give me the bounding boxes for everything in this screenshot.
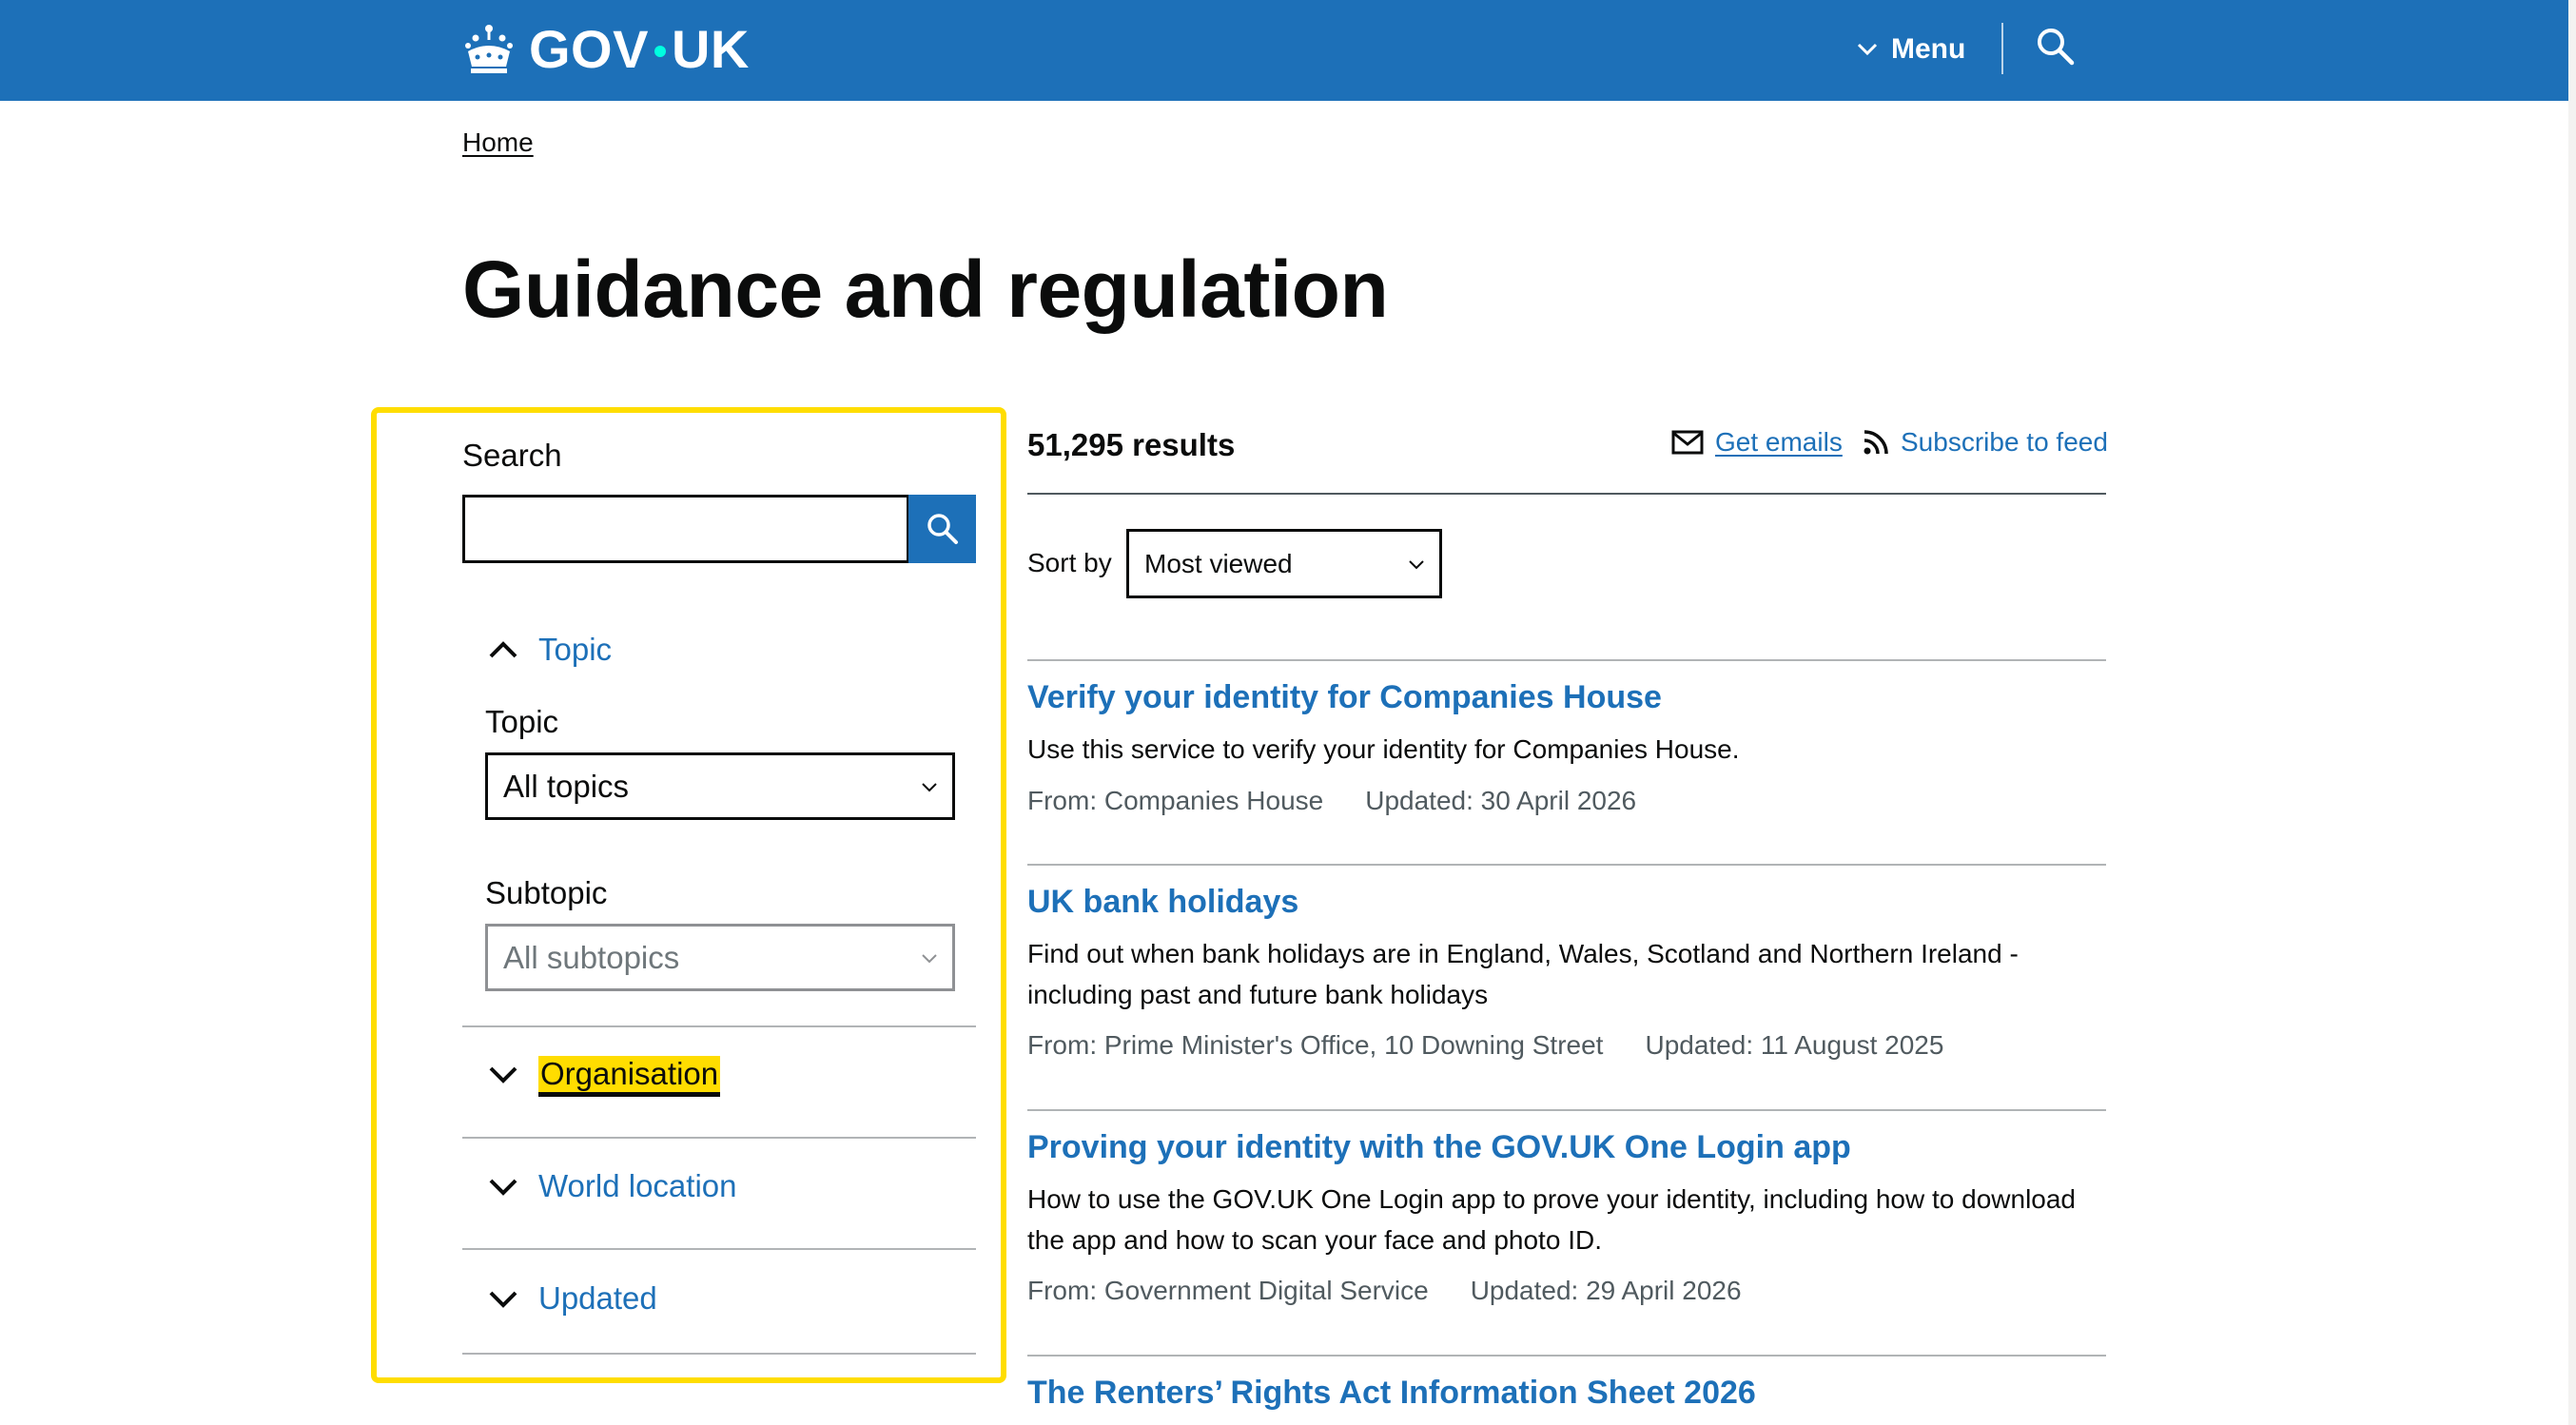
filter-divider bbox=[462, 1025, 976, 1027]
page-title: Guidance and regulation bbox=[462, 244, 1389, 334]
envelope-icon bbox=[1671, 430, 1704, 455]
sort-select[interactable]: Most viewed bbox=[1126, 529, 1442, 598]
chevron-down-icon bbox=[1857, 43, 1878, 56]
result-updated: Updated: 11 August 2025 bbox=[1645, 1030, 1944, 1060]
menu-button[interactable]: Menu bbox=[1855, 23, 1965, 76]
result-metadata: From: Government Digital Service Updated:… bbox=[1027, 1276, 1742, 1306]
topic-select-value: All topics bbox=[503, 768, 630, 804]
result-updated: Updated: 30 April 2026 bbox=[1365, 786, 1637, 815]
result-divider bbox=[1027, 1109, 2106, 1111]
world-location-section-label: World location bbox=[538, 1168, 737, 1203]
result-from: From: Prime Minister's Office, 10 Downin… bbox=[1027, 1030, 1604, 1060]
results-count: 51,295 results bbox=[1027, 427, 1236, 462]
subscribe-feed-label: Subscribe to feed bbox=[1901, 427, 2108, 457]
logo-text-uk: UK bbox=[671, 19, 750, 79]
topic-select[interactable]: All topics bbox=[485, 752, 955, 820]
govuk-logo-link[interactable]: GOV UK bbox=[462, 17, 750, 82]
topic-select-label: Topic bbox=[485, 704, 559, 739]
result-description: Use this service to verify your identity… bbox=[1027, 734, 1740, 764]
chevron-down-icon bbox=[922, 782, 937, 791]
subscribe-feed-link[interactable]: Subscribe to feed bbox=[1863, 427, 2108, 458]
crown-icon bbox=[465, 25, 513, 73]
result-divider bbox=[1027, 659, 2106, 661]
result-from: From: Government Digital Service bbox=[1027, 1276, 1429, 1305]
results-header-divider bbox=[1027, 493, 2106, 495]
filter-divider bbox=[462, 1248, 976, 1250]
result-title-link[interactable]: UK bank holidays bbox=[1027, 884, 1298, 921]
result-description: How to use the GOV.UK One Login app to p… bbox=[1027, 1184, 2077, 1255]
chevron-down-icon bbox=[1409, 559, 1424, 569]
breadcrumb-home[interactable]: Home bbox=[462, 127, 534, 158]
result-divider bbox=[1027, 1355, 2106, 1357]
updated-section-label: Updated bbox=[538, 1280, 657, 1316]
get-emails-label: Get emails bbox=[1715, 427, 1843, 457]
chevron-down-icon bbox=[489, 1179, 517, 1196]
header-divider bbox=[2001, 23, 2003, 74]
site-header: GOV UK Menu bbox=[0, 0, 2576, 101]
chevron-down-icon bbox=[922, 953, 937, 963]
sort-label: Sort by bbox=[1027, 548, 1112, 577]
search-input[interactable] bbox=[462, 495, 909, 563]
logo-dot bbox=[654, 46, 666, 57]
search-icon bbox=[2038, 29, 2075, 66]
result-title-link[interactable]: Verify your identity for Companies House bbox=[1027, 679, 1662, 716]
topic-section-toggle[interactable]: Topic bbox=[487, 632, 612, 668]
organisation-section-toggle[interactable]: Organisation bbox=[487, 1056, 721, 1092]
get-emails-link[interactable]: Get emails bbox=[1671, 427, 1843, 458]
search-label: Search bbox=[462, 438, 562, 473]
result-title-link[interactable]: The Renters’ Rights Act Information Shee… bbox=[1027, 1375, 1756, 1412]
chevron-down-icon bbox=[489, 1291, 517, 1308]
updated-section-toggle[interactable]: Updated bbox=[487, 1280, 657, 1317]
header-search-button[interactable] bbox=[2034, 25, 2078, 68]
search-icon bbox=[927, 514, 958, 544]
filter-divider bbox=[462, 1353, 976, 1355]
logo-wordmark: GOV UK bbox=[529, 23, 750, 76]
menu-button-label: Menu bbox=[1891, 33, 1966, 65]
result-metadata: From: Prime Minister's Office, 10 Downin… bbox=[1027, 1030, 1943, 1061]
filter-divider bbox=[462, 1137, 976, 1139]
result-updated: Updated: 29 April 2026 bbox=[1470, 1276, 1742, 1305]
result-title-link[interactable]: Proving your identity with the GOV.UK On… bbox=[1027, 1129, 1851, 1166]
result-metadata: From: Companies House Updated: 30 April 2… bbox=[1027, 786, 1636, 816]
search-submit-button[interactable] bbox=[908, 495, 976, 563]
subtopic-select[interactable]: All subtopics bbox=[485, 924, 955, 991]
result-description: Find out when bank holidays are in Engla… bbox=[1027, 939, 2019, 1009]
subtopic-select-label: Subtopic bbox=[485, 875, 608, 910]
logo-text-gov: GOV bbox=[529, 19, 649, 79]
result-from: From: Companies House bbox=[1027, 786, 1324, 815]
result-divider bbox=[1027, 864, 2106, 866]
page-scrollbar[interactable] bbox=[2568, 0, 2576, 1425]
rss-feed-icon bbox=[1864, 430, 1888, 455]
topic-section-label: Topic bbox=[538, 632, 613, 667]
chevron-up-icon bbox=[489, 641, 517, 658]
subtopic-select-value: All subtopics bbox=[503, 939, 680, 975]
sort-select-value: Most viewed bbox=[1144, 548, 1293, 578]
world-location-section-toggle[interactable]: World location bbox=[487, 1168, 737, 1204]
organisation-section-label: Organisation bbox=[538, 1056, 721, 1092]
chevron-down-icon bbox=[489, 1066, 517, 1083]
